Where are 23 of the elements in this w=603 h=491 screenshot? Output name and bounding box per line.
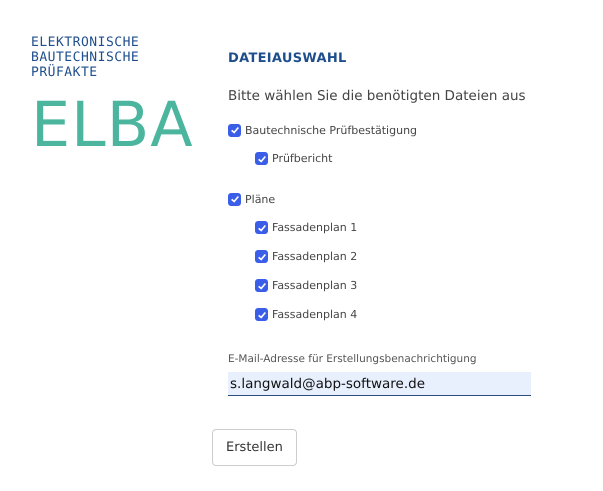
logo-subtitle: PRÜFAKTE bbox=[31, 65, 98, 80]
checkbox[interactable] bbox=[255, 221, 268, 234]
email-label: E-Mail-Adresse für Erstellungsbenachrichtigung bbox=[228, 353, 477, 365]
checkbox[interactable] bbox=[228, 124, 241, 136]
logo-subtitle: ELEKTRONISCHE bbox=[31, 35, 140, 50]
checkbox[interactable] bbox=[255, 308, 268, 321]
logo-subtitle: BAUTECHNISCHE bbox=[31, 50, 140, 65]
section-heading: DATEIAUSWAHL bbox=[228, 51, 347, 66]
logo-wordmark: ELBA bbox=[31, 92, 194, 158]
checkbox-label: Bautechnische Prüfbestätigung bbox=[245, 124, 418, 136]
checkbox[interactable] bbox=[228, 192, 241, 206]
checkbox[interactable] bbox=[255, 279, 268, 292]
create-button[interactable]: Erstellen bbox=[212, 429, 297, 466]
checkbox-label: Fassadenplan 2 bbox=[272, 250, 358, 263]
checkbox-label: Fassadenplan 1 bbox=[272, 221, 358, 234]
checkbox-label: Fassadenplan 4 bbox=[272, 308, 358, 321]
email-field[interactable]: s.langwald@abp-software.de bbox=[228, 372, 531, 396]
checkbox-label: Prüfbericht bbox=[272, 152, 332, 165]
intro-text: Bitte wählen Sie die benötigten Dateien aus bbox=[228, 88, 526, 104]
checkbox-label: Fassadenplan 3 bbox=[272, 279, 358, 292]
checkbox[interactable] bbox=[255, 152, 268, 165]
checkbox-label: Pläne bbox=[245, 192, 276, 206]
checkbox[interactable] bbox=[255, 250, 268, 263]
